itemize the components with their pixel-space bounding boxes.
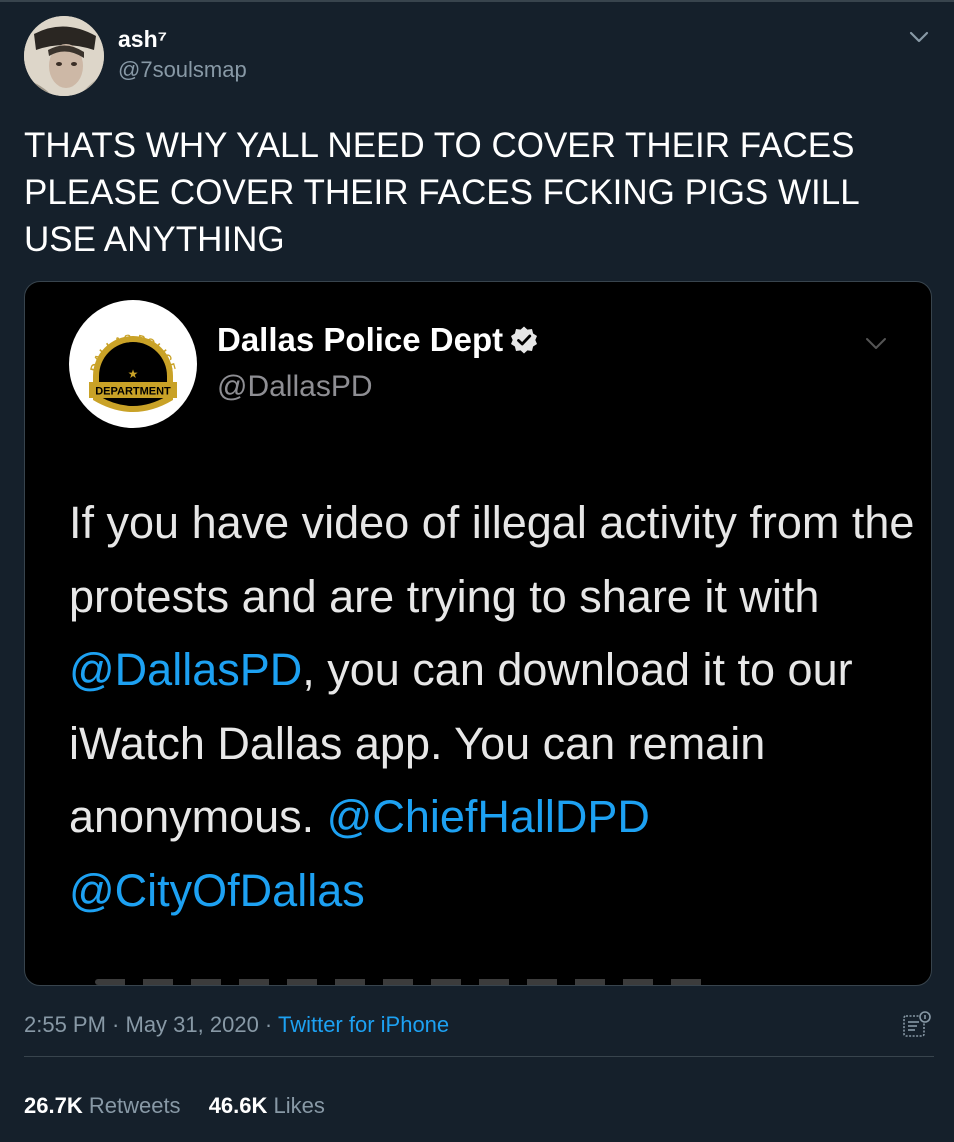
avatar-photo-icon xyxy=(24,16,104,96)
retweets-count: 26.7K xyxy=(24,1093,83,1118)
svg-text:★: ★ xyxy=(128,367,139,381)
mention-dallaspd: @DallasPD xyxy=(69,644,303,695)
tweet-time[interactable]: 2:55 PM xyxy=(24,1012,106,1037)
user-avatar[interactable] xyxy=(24,16,104,96)
tweet-text: THATS WHY YALL NEED TO COVER THEIR FACES… xyxy=(24,126,859,259)
analytics-icon[interactable] xyxy=(901,1008,933,1040)
mention-cityofdallas: @CityOfDallas xyxy=(69,864,365,916)
retweets-label: Retweets xyxy=(88,1093,181,1118)
dallas-police-logo: DALLAS POLICE ★ DEPARTMENT xyxy=(69,300,197,428)
meta-separator: · xyxy=(105,1012,126,1037)
tweet-source-link[interactable]: Twitter for iPhone xyxy=(278,1012,449,1037)
embedded-name-label: Dallas Police Dept xyxy=(217,321,504,358)
likes-label: Likes xyxy=(273,1093,325,1118)
divider xyxy=(24,1056,934,1057)
police-badge-icon: DALLAS POLICE ★ DEPARTMENT xyxy=(77,308,189,420)
author-handle[interactable]: @7soulsmap xyxy=(118,57,247,83)
tweet-meta: 2:55 PM · May 31, 2020 · Twitter for iPh… xyxy=(24,1012,449,1038)
top-divider xyxy=(0,0,954,2)
chevron-down-icon[interactable] xyxy=(906,24,932,50)
likes-count: 46.6K xyxy=(208,1093,268,1118)
embedded-handle: @DallasPD xyxy=(217,370,373,403)
verified-badge-icon xyxy=(511,326,538,354)
tweet-date[interactable]: May 31, 2020 xyxy=(126,1012,259,1037)
logo-banner-text: DEPARTMENT xyxy=(95,386,171,398)
author-display-name[interactable]: ash⁷ xyxy=(118,26,167,53)
likes-stat[interactable]: 46.6K Likes xyxy=(209,1093,325,1118)
embedded-display-name: Dallas Police Dept xyxy=(217,321,539,359)
engagement-stats: 26.7K Retweets 46.6K Likes xyxy=(24,1093,347,1119)
retweets-stat[interactable]: 26.7K Retweets xyxy=(24,1093,181,1118)
embedded-screenshot[interactable]: DALLAS POLICE ★ DEPARTMENT Dallas Police… xyxy=(24,281,932,986)
embedded-tweet-text: If you have video of illegal activity fr… xyxy=(69,486,919,927)
meta-separator: · xyxy=(258,1012,278,1037)
embedded-chevron-down-icon xyxy=(866,338,886,349)
mention-chiefhalldpd: @ChiefHallDPD xyxy=(326,791,650,842)
cutoff-text-line xyxy=(95,979,715,985)
embedded-text-part1: If you have video of illegal activity fr… xyxy=(69,497,915,622)
